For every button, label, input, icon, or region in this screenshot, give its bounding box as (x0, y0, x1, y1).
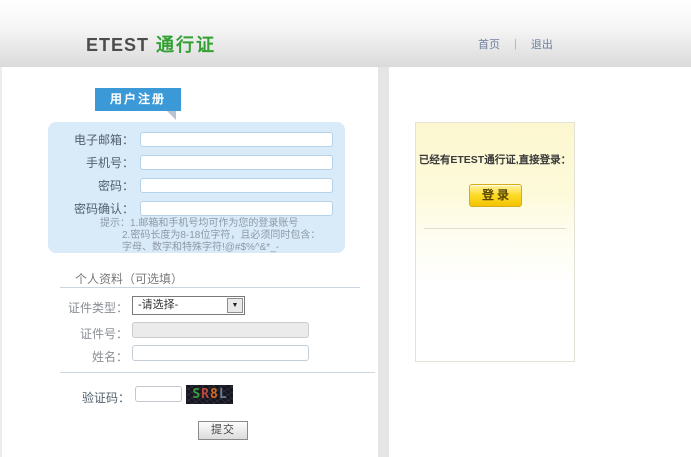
phone-label: 手机号： (85, 156, 134, 170)
form-row-password-confirm: 密码确认： (58, 200, 333, 217)
form-row-password: 密码： (58, 177, 333, 194)
profile-section-divider (60, 287, 360, 288)
name-label: 姓名： (91, 350, 128, 364)
brand-name: ETEST (86, 35, 150, 55)
captcha-input[interactable] (135, 386, 182, 402)
page: ETEST 通行证 首页 | 退出 用户注册 电子邮箱： 手机号： 密码： 密码确… (0, 0, 691, 457)
captcha-section-divider (60, 372, 375, 373)
password-label: 密码： (97, 179, 134, 193)
email-field[interactable] (140, 132, 333, 147)
nav-separator: | (514, 38, 517, 50)
captcha-char: S (192, 387, 201, 402)
id-type-label: 证件类型： (67, 301, 128, 315)
login-message: 已经有ETEST通行证,直接登录： (418, 154, 572, 166)
captcha-char: L (218, 387, 227, 402)
email-label: 电子邮箱： (73, 133, 134, 147)
submit-button[interactable]: 提交 (198, 421, 248, 440)
login-panel: 已经有ETEST通行证,直接登录： 登录 (415, 122, 575, 362)
header-nav: 首页 | 退出 (476, 36, 555, 52)
nav-home-link[interactable]: 首页 (476, 36, 502, 52)
id-number-field (132, 322, 309, 338)
id-type-selected-value: -请选择- (138, 299, 179, 311)
password-confirm-field[interactable] (140, 201, 333, 216)
nav-logout-link[interactable]: 退出 (529, 36, 555, 52)
header: ETEST 通行证 首页 | 退出 (0, 0, 691, 67)
register-form-panel: 电子邮箱： 手机号： 密码： 密码确认： 提示：1.邮箱和手机号均可作为您的登录… (48, 122, 345, 253)
hint-line-2: 2.密码长度为8-18位字符，且必须同时包含：字母、数字和特殊字符!@#$%^&… (122, 230, 321, 253)
tab-tail-decoration (167, 111, 176, 120)
phone-field[interactable] (140, 155, 333, 170)
form-row-email: 电子邮箱： (58, 131, 333, 148)
captcha-image[interactable]: S R 8 L (186, 385, 233, 404)
chevron-down-icon: ▼ (231, 302, 239, 309)
password-field[interactable] (140, 178, 333, 193)
password-hint: 提示：1.邮箱和手机号均可作为您的登录账号 2.密码长度为8-18位字符，且必须… (100, 218, 332, 254)
select-arrow-button[interactable]: ▼ (227, 298, 243, 313)
id-type-select[interactable]: -请选择- ▼ (132, 296, 245, 315)
tab-user-register: 用户注册 (95, 88, 181, 111)
column-divider (378, 67, 389, 457)
brand-logo: ETEST 通行证 (86, 31, 216, 57)
captcha-char: R (201, 387, 209, 402)
name-field[interactable] (132, 345, 309, 361)
brand-suffix: 通行证 (156, 35, 217, 55)
left-edge-divider (0, 67, 2, 457)
login-panel-divider (424, 228, 566, 229)
hint-line-1: 提示：1.邮箱和手机号均可作为您的登录账号 (100, 218, 299, 229)
captcha-char: 8 (210, 387, 218, 402)
profile-section-title: 个人资料（可选填） (75, 272, 184, 286)
id-number-label: 证件号： (79, 327, 128, 341)
form-row-phone: 手机号： (58, 154, 333, 171)
password-confirm-label: 密码确认： (73, 202, 134, 216)
captcha-label: 验证码： (81, 391, 130, 405)
login-button[interactable]: 登录 (469, 184, 522, 207)
